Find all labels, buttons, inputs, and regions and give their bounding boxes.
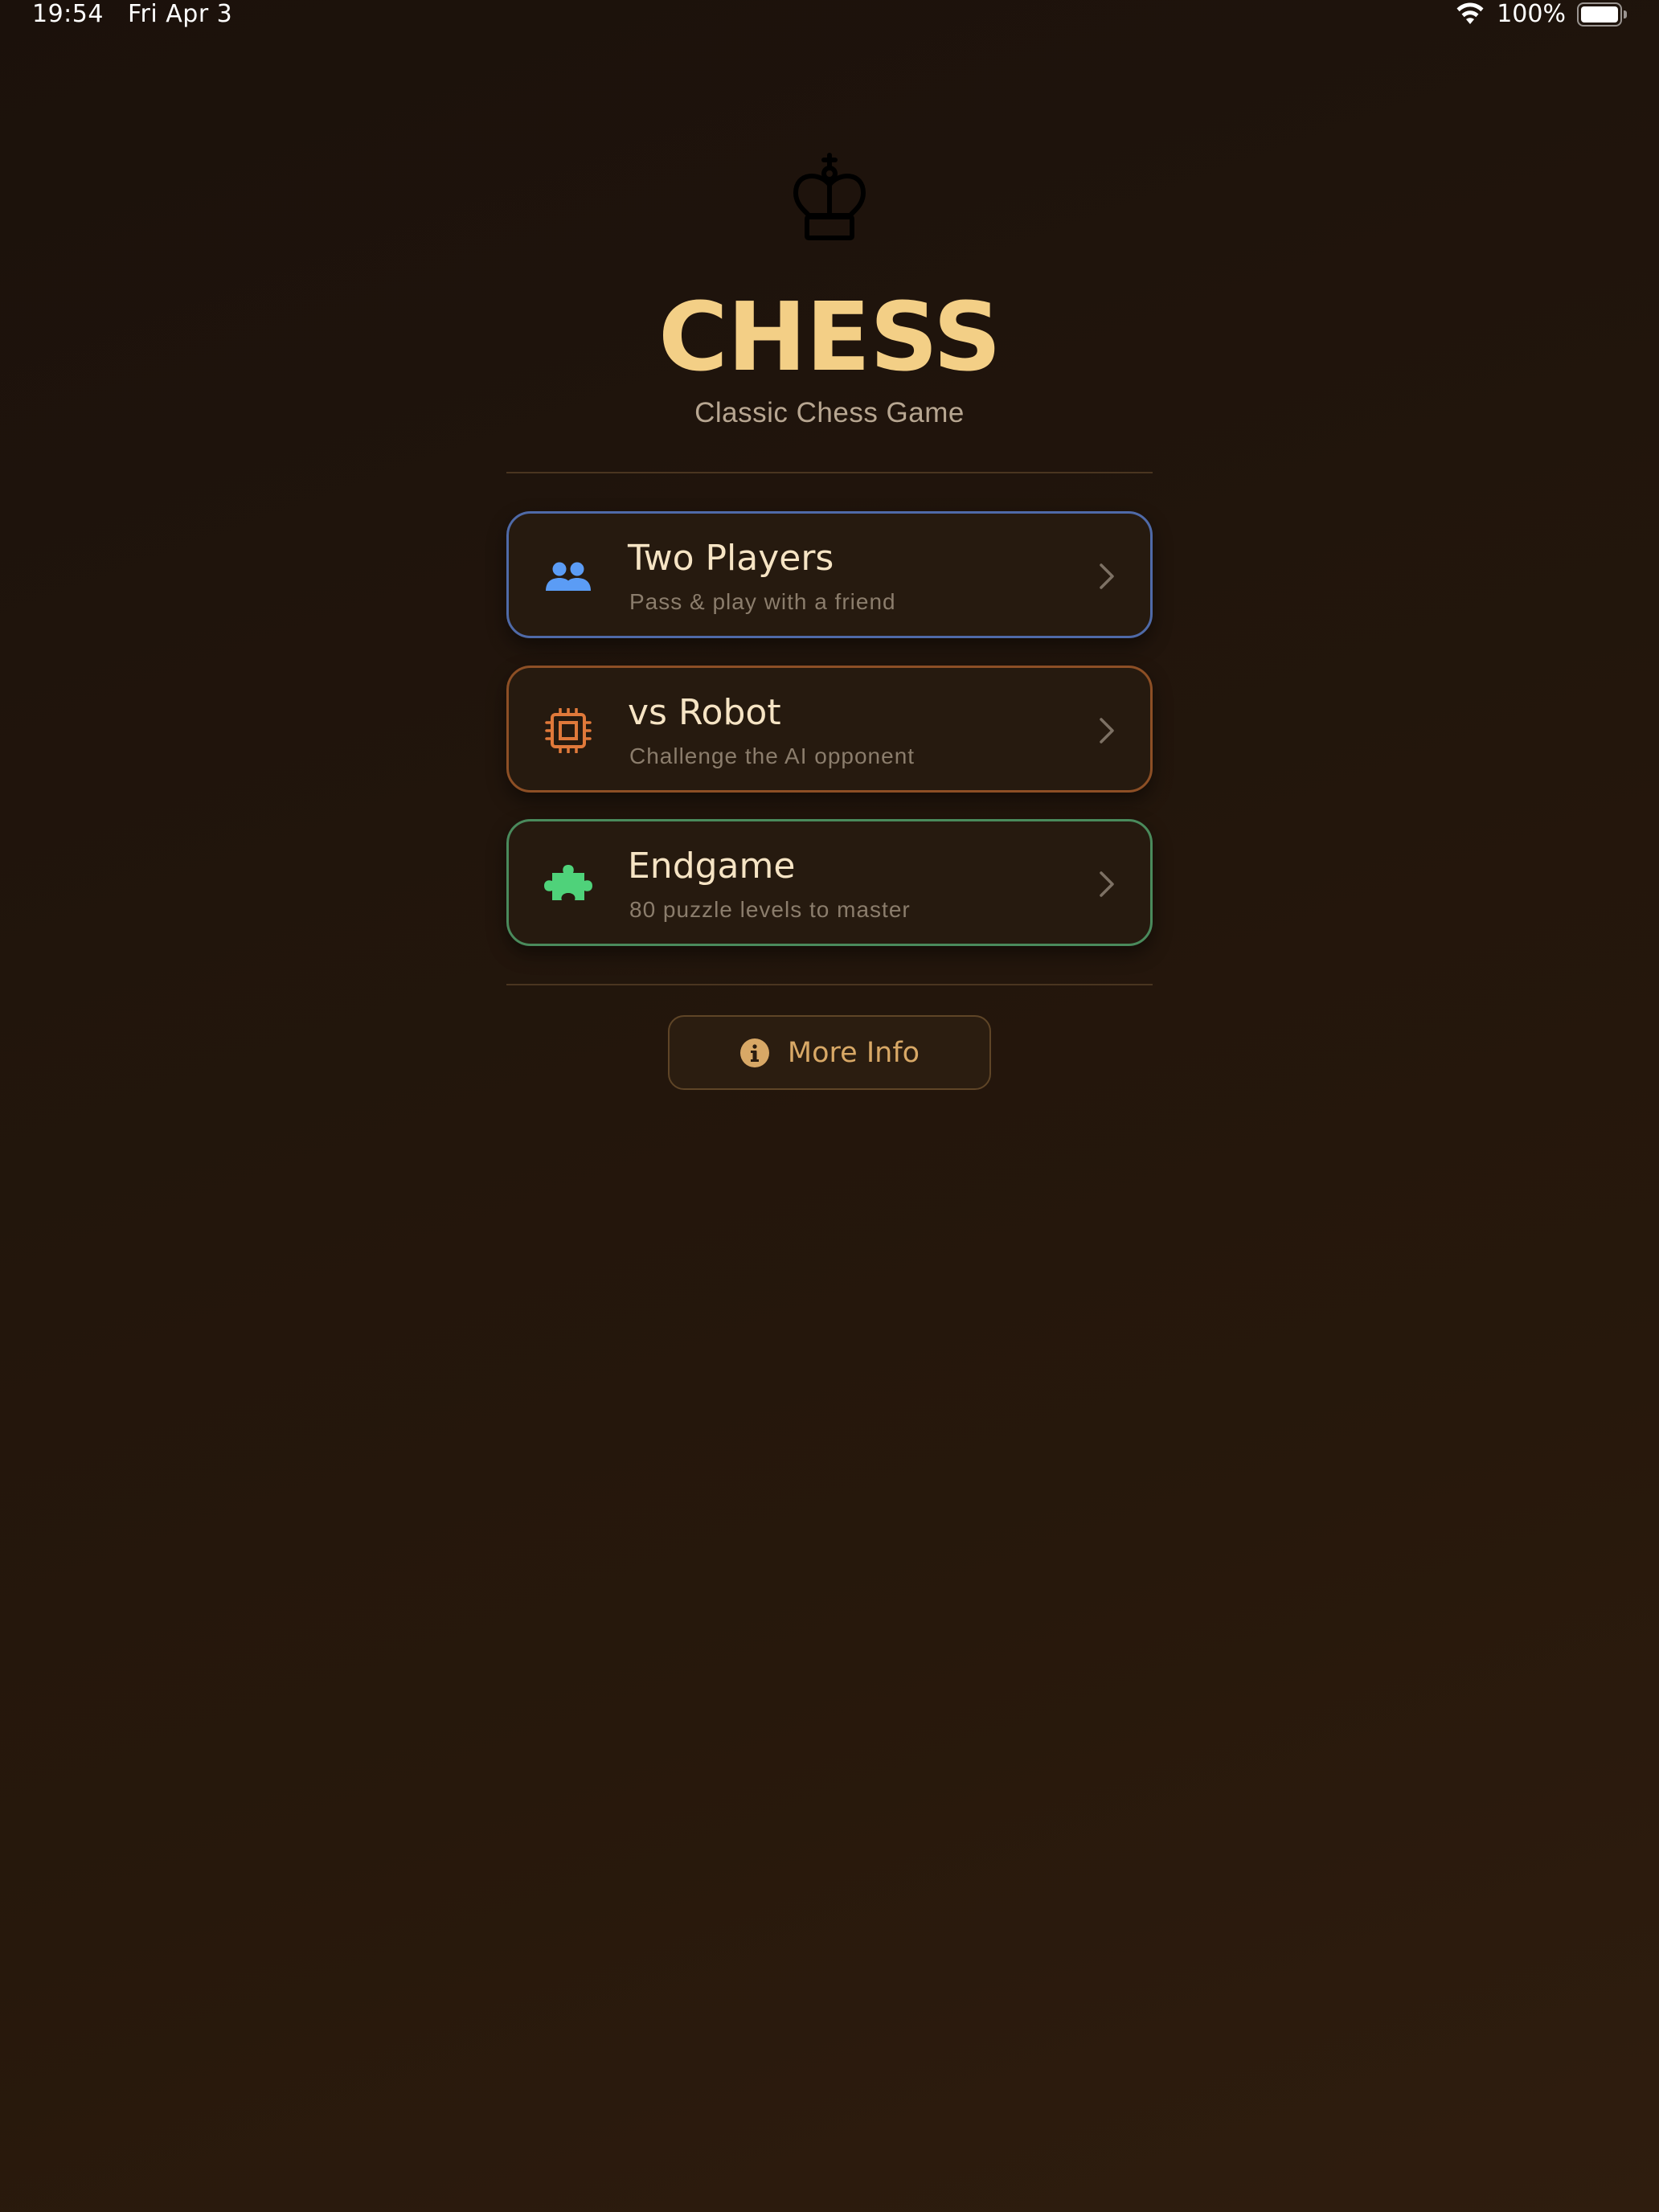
battery-percentage: 100%: [1497, 0, 1566, 28]
puzzle-piece-icon: [544, 865, 592, 900]
status-right: 100%: [1455, 0, 1627, 28]
chevron-right-icon: [1100, 718, 1114, 743]
chevron-right-icon: [1100, 871, 1114, 897]
status-left: 19:54 Fri Apr 3: [32, 0, 232, 28]
mode-subtitle: 80 puzzle levels to master: [629, 897, 911, 922]
chevron-right-icon: [1100, 563, 1114, 589]
mode-title: Endgame: [628, 846, 796, 887]
mode-subtitle: Challenge the AI opponent: [629, 743, 916, 768]
two-people-icon: [546, 562, 591, 591]
status-time: 19:54: [32, 0, 104, 28]
info-circle-icon: [739, 1038, 769, 1067]
status-bar: 19:54 Fri Apr 3 100%: [0, 0, 1659, 32]
vs-robot-button[interactable]: vs Robot Challenge the AI opponent: [506, 666, 1153, 793]
wifi-icon: [1456, 2, 1484, 24]
divider: [506, 472, 1153, 473]
chess-king-icon: [793, 153, 866, 240]
more-info-button[interactable]: More Info: [668, 1015, 991, 1090]
app-title: CHESS: [658, 281, 1002, 392]
cpu-chip-icon: [545, 708, 592, 753]
divider: [506, 984, 1153, 985]
mode-title: vs Robot: [628, 692, 781, 733]
battery-icon: [1577, 2, 1627, 27]
mode-title: Two Players: [628, 538, 834, 579]
status-date: Fri Apr 3: [127, 0, 233, 28]
more-info-label: More Info: [787, 1036, 920, 1069]
app-subtitle: Classic Chess Game: [694, 397, 965, 428]
two-players-button[interactable]: Two Players Pass & play with a friend: [506, 511, 1153, 638]
mode-subtitle: Pass & play with a friend: [629, 589, 896, 614]
endgame-button[interactable]: Endgame 80 puzzle levels to master: [506, 819, 1153, 946]
